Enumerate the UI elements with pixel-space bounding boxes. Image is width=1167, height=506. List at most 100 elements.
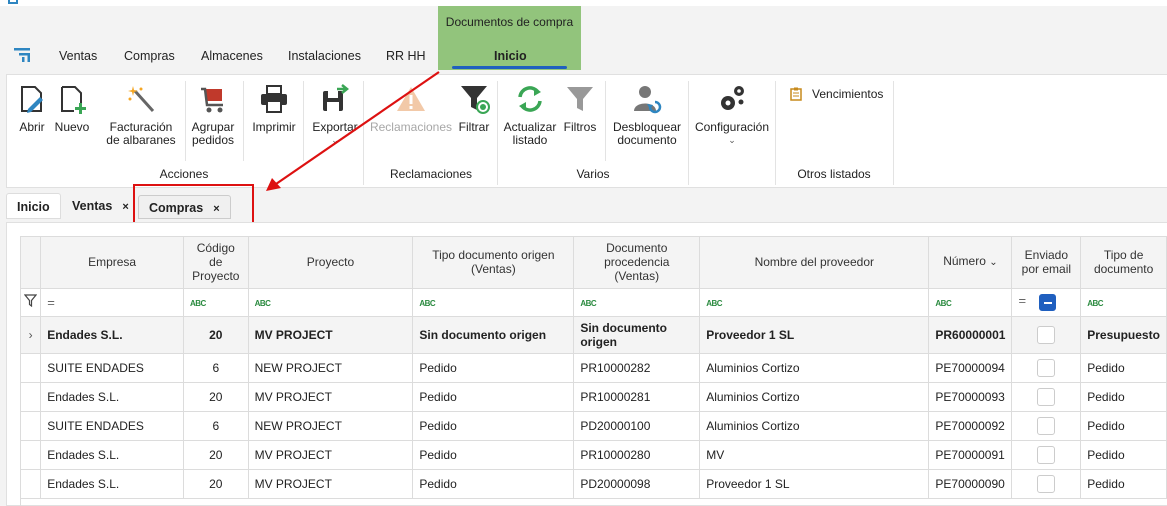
abrir-button[interactable]: Abrir: [15, 83, 49, 134]
facturacion-label-2: de albaranes: [106, 132, 176, 147]
separator: [605, 81, 606, 161]
row-selector[interactable]: [21, 353, 42, 383]
column-header-proyecto[interactable]: Proyecto: [248, 237, 414, 289]
top-strip: [0, 0, 1167, 6]
facturacion-albaranes-button[interactable]: Facturación de albaranes: [104, 83, 178, 146]
cell-tipo-origen: Sin documento origen: [412, 316, 575, 354]
cell-proveedor: MV: [699, 440, 930, 470]
agrupar-label-2: pedidos: [191, 132, 235, 147]
cell-codigo: 20: [183, 316, 249, 354]
cell-tipo-origen: Pedido: [412, 411, 575, 441]
exportar-button[interactable]: Exportar ⌄: [309, 83, 361, 146]
column-header-tipo-doc-origen[interactable]: Tipo documento origen (Ventas): [412, 237, 575, 289]
column-header-proveedor[interactable]: Nombre del proveedor: [699, 237, 930, 289]
cell-tipo: Presupuesto: [1080, 316, 1167, 354]
column-header-tipo-documento[interactable]: Tipo de documento: [1080, 237, 1167, 289]
row-selector[interactable]: [21, 469, 42, 499]
filter-procedencia[interactable]: ABC: [573, 288, 701, 317]
cell-enviado: [1011, 411, 1082, 441]
desbloquear-documento-button[interactable]: Desbloquear documento: [611, 83, 683, 146]
row-selector[interactable]: [21, 411, 42, 441]
cell-proveedor: Proveedor 1 SL: [699, 469, 930, 499]
enviado-checkbox[interactable]: [1037, 445, 1056, 464]
vencimientos-button[interactable]: Vencimientos: [790, 87, 883, 101]
cell-empresa: Endades S.L.: [40, 469, 184, 499]
menu-compras[interactable]: Compras: [124, 49, 175, 63]
actualizar-label-2: listado: [512, 132, 548, 147]
filter-tipo[interactable]: ABC: [1080, 288, 1167, 317]
menu-almacenes[interactable]: Almacenes: [201, 49, 263, 63]
filter-numero[interactable]: ABC: [928, 288, 1013, 317]
enviado-checkbox[interactable]: [1037, 474, 1056, 493]
cell-proyecto: MV PROJECT: [248, 316, 414, 354]
enviado-checkbox[interactable]: [1037, 358, 1056, 377]
table-row[interactable]: Endades S.L. 20 MV PROJECT Pedido PR1000…: [21, 440, 1167, 470]
configuracion-button[interactable]: Configuración ⌄: [692, 83, 772, 146]
reclamaciones-label: Reclamaciones: [369, 120, 453, 134]
reclamaciones-button[interactable]: Reclamaciones: [369, 83, 453, 134]
table-row[interactable]: Endades S.L. 20 MV PROJECT Pedido PR1000…: [21, 382, 1167, 412]
column-header-numero[interactable]: Número ⌄: [928, 237, 1013, 289]
text-filter-icon: ABC: [935, 299, 952, 308]
cell-enviado: [1011, 469, 1082, 499]
filtros-button[interactable]: Filtros: [561, 83, 599, 134]
facturacion-label-1: Facturación: [109, 120, 173, 134]
top-menu-bar: Documentos de compra Ventas Compras Alma…: [0, 0, 1167, 72]
cell-codigo: 20: [183, 382, 249, 412]
cell-empresa: SUITE ENDADES: [40, 411, 184, 441]
row-selector[interactable]: [21, 382, 42, 412]
menu-rrhh[interactable]: RR HH: [386, 49, 426, 63]
enviado-checkbox[interactable]: [1037, 387, 1056, 406]
expand-cell[interactable]: ›: [21, 316, 42, 354]
enviado-checkbox[interactable]: [1037, 325, 1056, 344]
text-filter-icon: ABC: [706, 299, 723, 308]
separator: [363, 81, 364, 185]
column-header-empresa[interactable]: Empresa: [40, 237, 184, 289]
group-label-otros: Otros listados: [797, 167, 871, 181]
table-row[interactable]: SUITE ENDADES 6 NEW PROJECT Pedido PD200…: [21, 411, 1167, 441]
tab-ventas-label: Ventas: [72, 199, 113, 213]
cell-numero: PE70000092: [928, 411, 1013, 441]
documents-table: Empresa Código de Proyecto Proyecto Tipo…: [21, 237, 1167, 499]
documents-grid: Empresa Código de Proyecto Proyecto Tipo…: [20, 236, 1167, 506]
group-label-reclamaciones: Reclamaciones: [389, 167, 473, 181]
cell-tipo: Pedido: [1080, 382, 1167, 412]
group-row[interactable]: › Endades S.L. 20 MV PROJECT Sin documen…: [21, 316, 1167, 354]
table-row[interactable]: Endades S.L. 20 MV PROJECT Pedido PD2000…: [21, 469, 1167, 499]
agrupar-pedidos-button[interactable]: Agrupar pedidos: [189, 83, 237, 146]
indeterminate-checkbox[interactable]: [1039, 293, 1057, 311]
filtrar-button[interactable]: Filtrar: [456, 83, 492, 134]
actualizar-listado-button[interactable]: Actualizar listado: [502, 83, 558, 146]
tab-inicio[interactable]: Inicio: [6, 193, 61, 219]
filter-icon[interactable]: [23, 294, 38, 308]
filter-codigo[interactable]: ABC: [183, 288, 249, 317]
table-row[interactable]: SUITE ENDADES 6 NEW PROJECT Pedido PR100…: [21, 353, 1167, 383]
close-icon[interactable]: ×: [122, 201, 128, 213]
filter-empresa[interactable]: =: [40, 288, 184, 317]
nuevo-button[interactable]: Nuevo: [52, 83, 92, 134]
column-header-enviado[interactable]: Enviado por email: [1011, 237, 1082, 289]
menu-inicio[interactable]: Inicio: [494, 49, 527, 63]
menu-ventas[interactable]: Ventas: [59, 49, 97, 63]
text-filter-icon: ABC: [1087, 299, 1104, 308]
filter-tipo-origen[interactable]: ABC: [412, 288, 575, 317]
cell-proveedor: Aluminios Cortizo: [699, 382, 930, 412]
filter-enviado[interactable]: =: [1011, 288, 1082, 317]
filter-proyecto[interactable]: ABC: [248, 288, 414, 317]
chevron-right-icon[interactable]: ›: [29, 328, 33, 342]
column-header-codigo-proyecto[interactable]: Código de Proyecto: [183, 237, 249, 289]
app-menu-icon[interactable]: [14, 48, 30, 62]
tab-ventas[interactable]: Ventas ×: [62, 193, 139, 219]
row-selector[interactable]: [21, 440, 42, 470]
filter-proveedor[interactable]: ABC: [699, 288, 930, 317]
imprimir-label: Imprimir: [252, 120, 296, 134]
gear-icon: [721, 86, 744, 110]
imprimir-button[interactable]: Imprimir: [249, 83, 299, 134]
menu-instalaciones[interactable]: Instalaciones: [288, 49, 361, 63]
enviado-checkbox[interactable]: [1037, 416, 1056, 435]
actualizar-label-1: Actualizar: [503, 120, 557, 134]
cell-tipo-origen: Pedido: [412, 469, 575, 499]
cell-empresa: Endades S.L.: [40, 316, 184, 354]
separator: [185, 81, 186, 161]
column-header-doc-procedencia[interactable]: Documento procedencia (Ventas): [573, 237, 701, 289]
